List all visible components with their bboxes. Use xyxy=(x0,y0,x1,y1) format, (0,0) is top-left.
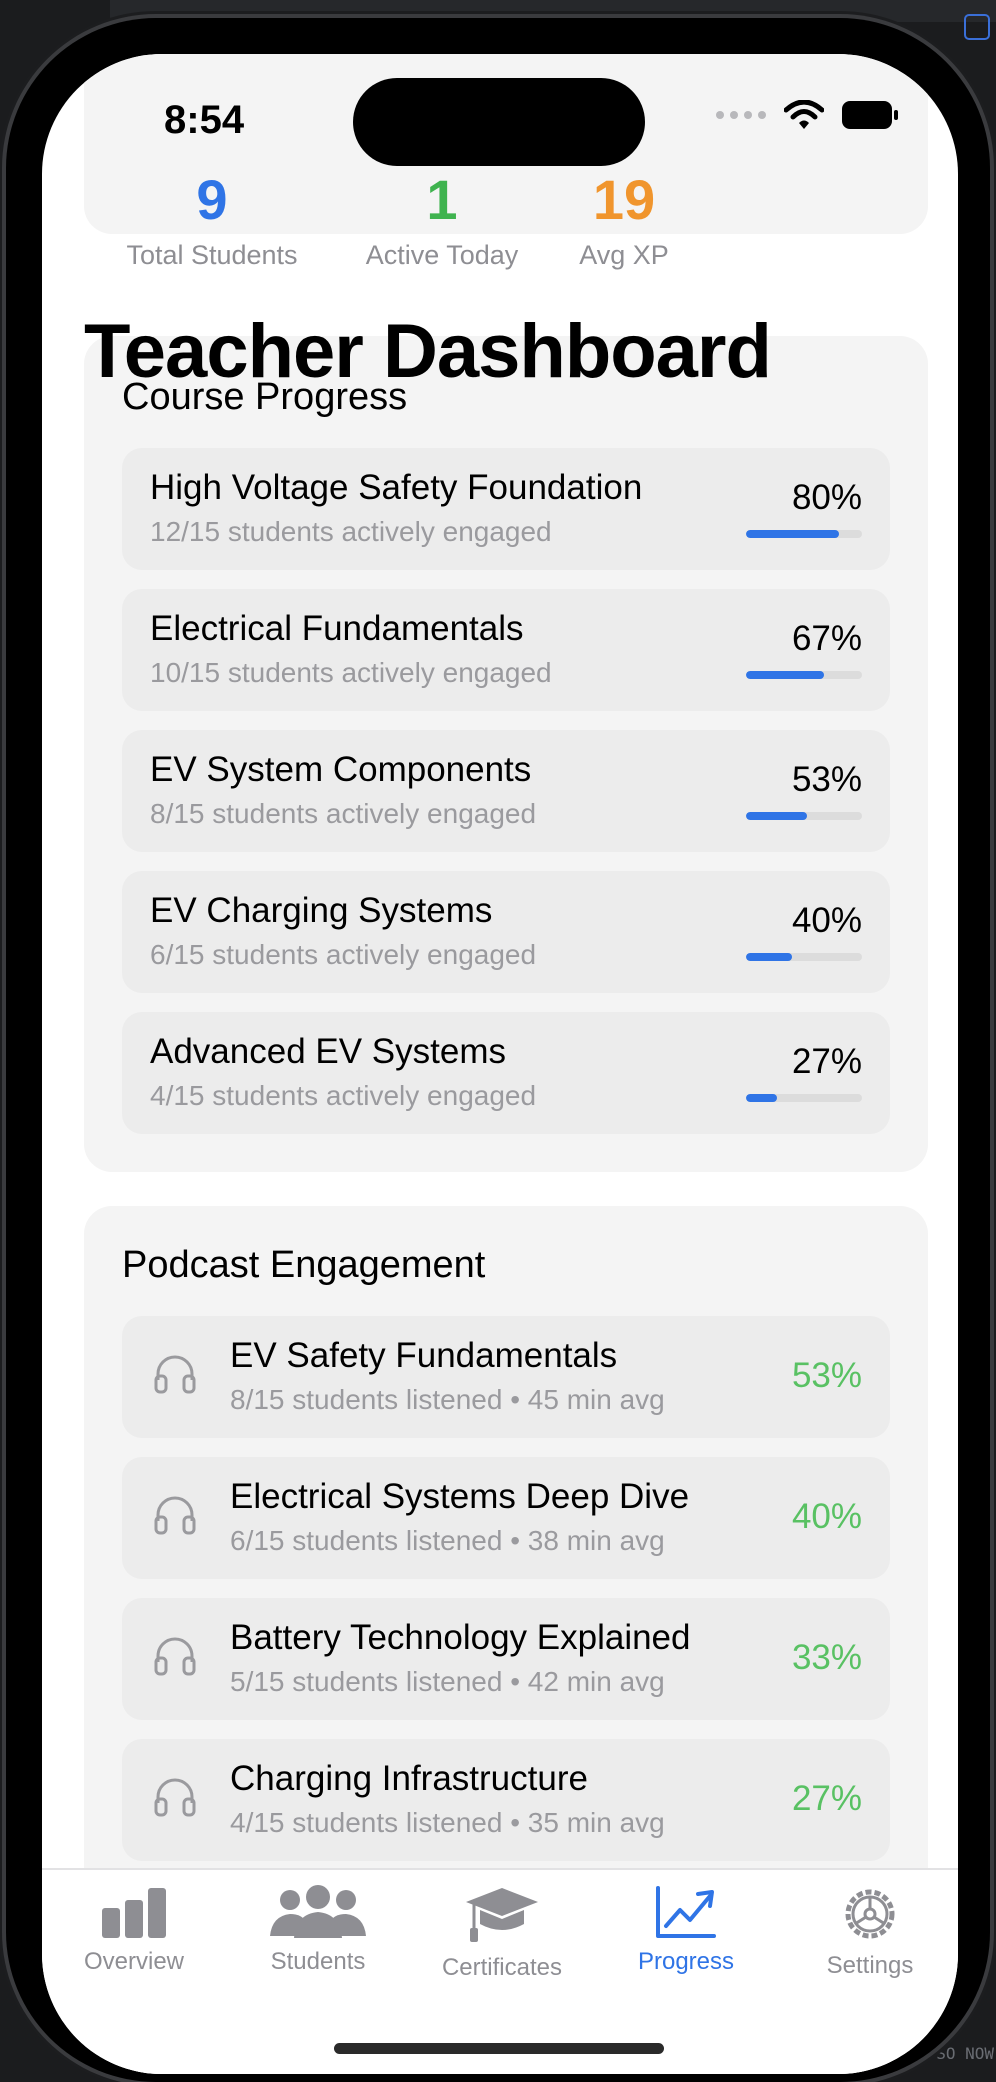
headphones-icon xyxy=(154,1355,196,1394)
progress-bar xyxy=(746,1094,862,1102)
course-name: Electrical Fundamentals xyxy=(150,609,524,648)
progress-bar xyxy=(746,812,862,820)
dynamic-island xyxy=(353,78,645,166)
trend-chart-icon xyxy=(656,1886,716,1938)
course-percent: 53% xyxy=(791,760,862,799)
status-icons xyxy=(716,100,898,130)
podcast-name: Charging Infrastructure xyxy=(230,1759,588,1798)
tab-label: Progress xyxy=(637,1948,735,1975)
progress-fill xyxy=(746,953,793,961)
tab-settings[interactable]: Settings xyxy=(795,1884,945,1980)
progress-fill xyxy=(746,530,839,538)
course-engagement: 4/15 students actively engaged xyxy=(150,1080,537,1111)
stat-label: Avg XP xyxy=(579,240,669,270)
podcast-percent: 53% xyxy=(791,1356,862,1395)
course-engagement: 8/15 students actively engaged xyxy=(150,798,537,829)
podcast-name: EV Safety Fundamentals xyxy=(230,1336,618,1375)
course-engagement: 12/15 students actively engaged xyxy=(150,516,552,547)
course-name: High Voltage Safety Foundation xyxy=(150,468,643,507)
graduation-cap-icon xyxy=(466,1888,538,1942)
course-percent: 80% xyxy=(791,478,862,517)
wifi-icon xyxy=(784,100,824,129)
stat-value: 9 xyxy=(196,172,228,220)
app-icon xyxy=(964,14,990,40)
course-percent: 27% xyxy=(791,1042,862,1081)
podcast-percent: 33% xyxy=(791,1638,862,1677)
course-percent: 40% xyxy=(791,901,862,940)
course-engagement: 10/15 students actively engaged xyxy=(150,657,552,688)
stat-label: Total Students xyxy=(126,240,298,270)
tab-progress[interactable]: Progress xyxy=(611,1884,761,1976)
course-row[interactable]: Electrical Fundamentals 10/15 students a… xyxy=(122,589,890,711)
section-title: Podcast Engagement xyxy=(122,1244,486,1286)
tab-overview[interactable]: Overview xyxy=(59,1884,209,1976)
tab-label: Certificates xyxy=(441,1954,563,1981)
people-icon xyxy=(270,1885,366,1938)
podcast-percent: 40% xyxy=(791,1497,862,1536)
stat-label: Active Today xyxy=(365,240,519,270)
stat-total-students: 9 Total Students xyxy=(112,172,312,271)
podcast-row[interactable]: Battery Technology Explained 5/15 studen… xyxy=(122,1598,890,1720)
gear-icon xyxy=(845,1889,895,1939)
status-time: 8:54 xyxy=(164,98,245,142)
progress-bar xyxy=(746,671,862,679)
headphones-icon xyxy=(154,1637,196,1676)
course-name: EV System Components xyxy=(150,750,532,789)
tab-certificates[interactable]: Certificates xyxy=(427,1884,577,1982)
course-name: Advanced EV Systems xyxy=(150,1032,506,1071)
progress-fill xyxy=(746,812,808,820)
podcast-stats: 6/15 students listened • 38 min avg xyxy=(230,1525,665,1556)
tab-label: Overview xyxy=(83,1948,185,1975)
progress-fill xyxy=(746,671,824,679)
course-row[interactable]: Advanced EV Systems 4/15 students active… xyxy=(122,1012,890,1134)
progress-bar xyxy=(746,530,862,538)
course-name: EV Charging Systems xyxy=(150,891,493,930)
page-title: Teacher Dashboard xyxy=(84,309,772,394)
podcast-stats: 8/15 students listened • 45 min avg xyxy=(230,1384,665,1415)
course-progress-card: Course Progress High Voltage Safety Foun… xyxy=(84,336,928,1172)
course-row[interactable]: High Voltage Safety Foundation 12/15 stu… xyxy=(122,448,890,570)
course-percent: 67% xyxy=(791,619,862,658)
battery-icon xyxy=(842,101,898,129)
stat-value: 1 xyxy=(426,172,458,220)
phone-frame: 8:54 9 Total Students 1 Active Today 19 … xyxy=(6,18,990,2082)
course-row[interactable]: EV System Components 8/15 students activ… xyxy=(122,730,890,852)
bar-chart-icon xyxy=(102,1888,166,1938)
podcast-name: Electrical Systems Deep Dive xyxy=(230,1477,690,1516)
course-row[interactable]: EV Charging Systems 6/15 students active… xyxy=(122,871,890,993)
podcast-percent: 27% xyxy=(791,1779,862,1818)
podcast-name: Battery Technology Explained xyxy=(230,1618,691,1657)
headphones-icon xyxy=(154,1496,196,1535)
stat-avg-xp: 19 Avg XP xyxy=(564,172,684,271)
tab-students[interactable]: Students xyxy=(243,1884,393,1976)
progress-fill xyxy=(746,1094,778,1102)
home-indicator[interactable] xyxy=(334,2043,664,2054)
podcast-row[interactable]: Electrical Systems Deep Dive 6/15 studen… xyxy=(122,1457,890,1579)
tab-label: Settings xyxy=(826,1952,914,1979)
progress-bar xyxy=(746,953,862,961)
stat-active-today: 1 Active Today xyxy=(352,172,532,271)
cellular-signal-icon xyxy=(716,111,766,119)
app-screen: 8:54 9 Total Students 1 Active Today 19 … xyxy=(42,54,958,2074)
course-engagement: 6/15 students actively engaged xyxy=(150,939,537,970)
podcast-stats: 5/15 students listened • 42 min avg xyxy=(230,1666,665,1697)
stat-value: 19 xyxy=(592,172,656,220)
podcast-stats: 4/15 students listened • 35 min avg xyxy=(230,1807,665,1838)
podcast-row[interactable]: EV Safety Fundamentals 8/15 students lis… xyxy=(122,1316,890,1438)
tab-label: Students xyxy=(270,1948,366,1975)
headphones-icon xyxy=(154,1778,196,1817)
podcast-row[interactable]: Charging Infrastructure 4/15 students li… xyxy=(122,1739,890,1861)
